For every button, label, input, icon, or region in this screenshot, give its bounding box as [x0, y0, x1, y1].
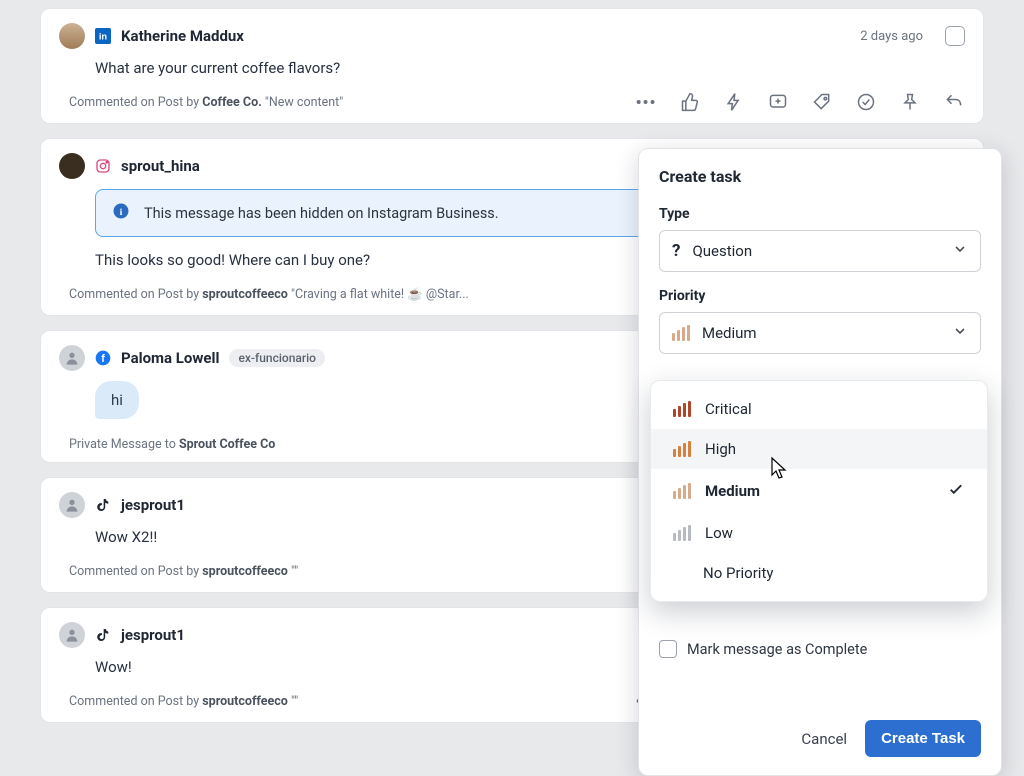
- avatar: [59, 492, 85, 518]
- avatar: [59, 622, 85, 648]
- priority-option-medium[interactable]: Medium: [651, 469, 987, 513]
- tiktok-icon: [95, 497, 111, 513]
- priority-option-none[interactable]: No Priority: [651, 553, 987, 593]
- more-icon[interactable]: •••: [635, 91, 657, 113]
- svg-text:f: f: [101, 353, 105, 365]
- question-icon: ?: [672, 241, 680, 261]
- priority-bars-icon: [673, 441, 691, 457]
- panel-title: Create task: [659, 167, 981, 186]
- meta-prefix: Commented on Post by: [69, 694, 202, 709]
- priority-option-critical[interactable]: Critical: [651, 389, 987, 429]
- meta-target: Sprout Coffee Co: [179, 437, 275, 452]
- meta-row: Commented on Post by Coffee Co. "New con…: [69, 91, 965, 113]
- svg-text:in: in: [99, 31, 108, 41]
- avatar: [59, 23, 85, 49]
- linkedin-icon: in: [95, 28, 111, 44]
- boost-icon[interactable]: [723, 91, 745, 113]
- option-label: Medium: [705, 482, 760, 500]
- priority-option-high[interactable]: High: [651, 429, 987, 469]
- chevron-down-icon: [952, 241, 968, 261]
- meta-author: sproutcoffeeco: [202, 287, 288, 302]
- cancel-button[interactable]: Cancel: [801, 730, 847, 748]
- type-dropdown[interactable]: ? Question: [659, 230, 981, 272]
- panel-footer: Cancel Create Task: [659, 720, 981, 757]
- priority-bars-icon: [673, 401, 691, 417]
- meta-prefix: Commented on Post by: [69, 287, 202, 302]
- priority-bars-icon: [673, 525, 691, 541]
- meta-quote: "New content": [262, 95, 343, 110]
- avatar: [59, 153, 85, 179]
- reply-icon[interactable]: [943, 91, 965, 113]
- meta-quote: "": [288, 694, 298, 709]
- user-tag: ex-funcionario: [229, 349, 325, 367]
- instagram-icon: [95, 158, 111, 174]
- option-label: Low: [705, 524, 733, 542]
- facebook-icon: f: [95, 350, 111, 366]
- card-header: in Katherine Maddux 2 days ago: [59, 23, 965, 49]
- meta-quote: "": [288, 564, 298, 579]
- avatar: [59, 345, 85, 371]
- author-name[interactable]: sprout_hina: [121, 157, 200, 175]
- mark-complete-checkbox[interactable]: [659, 640, 677, 658]
- chevron-down-icon: [952, 323, 968, 343]
- select-checkbox[interactable]: [945, 26, 965, 46]
- meta-prefix: Commented on Post by: [69, 95, 202, 110]
- info-icon: i: [112, 202, 130, 224]
- pin-icon[interactable]: [899, 91, 921, 113]
- option-label: Critical: [705, 400, 752, 418]
- priority-bars-icon: [673, 483, 691, 499]
- author-name[interactable]: Paloma Lowell: [121, 349, 219, 367]
- timestamp: 2 days ago: [860, 29, 923, 44]
- type-label: Type: [659, 206, 981, 222]
- meta-quote: "Craving a flat white! ☕ @Star...: [288, 287, 469, 302]
- author-name[interactable]: jesprout1: [121, 496, 185, 514]
- author-name[interactable]: Katherine Maddux: [121, 27, 244, 45]
- like-icon[interactable]: [679, 91, 701, 113]
- check-icon: [947, 480, 965, 502]
- message-body: What are your current coffee flavors?: [95, 59, 965, 77]
- banner-text: This message has been hidden on Instagra…: [144, 205, 499, 222]
- mark-complete-label: Mark message as Complete: [687, 641, 867, 658]
- meta-prefix: Commented on Post by: [69, 564, 202, 579]
- tag-icon[interactable]: [811, 91, 833, 113]
- priority-bars-icon: [672, 325, 690, 341]
- action-bar: •••: [635, 91, 965, 113]
- meta-author: Coffee Co.: [202, 95, 262, 110]
- priority-value: Medium: [702, 324, 757, 342]
- priority-label: Priority: [659, 288, 981, 304]
- type-value: Question: [692, 242, 752, 260]
- complete-icon[interactable]: [855, 91, 877, 113]
- option-label: No Priority: [703, 564, 773, 582]
- message-card: in Katherine Maddux 2 days ago What are …: [40, 8, 984, 124]
- chat-bubble: hi: [95, 381, 139, 419]
- create-task-button[interactable]: Create Task: [865, 720, 981, 757]
- author-name[interactable]: jesprout1: [121, 626, 185, 644]
- priority-menu: Critical High Medium Low No Priority: [650, 380, 988, 602]
- meta-author: sproutcoffeeco: [202, 694, 288, 709]
- comment-icon[interactable]: [767, 91, 789, 113]
- option-label: High: [705, 440, 736, 458]
- priority-option-low[interactable]: Low: [651, 513, 987, 553]
- meta-author: sproutcoffeeco: [202, 564, 288, 579]
- meta-prefix: Private Message to: [69, 437, 179, 452]
- mark-complete-row[interactable]: Mark message as Complete: [659, 640, 981, 658]
- priority-dropdown[interactable]: Medium: [659, 312, 981, 354]
- tiktok-icon: [95, 627, 111, 643]
- svg-text:i: i: [120, 207, 123, 218]
